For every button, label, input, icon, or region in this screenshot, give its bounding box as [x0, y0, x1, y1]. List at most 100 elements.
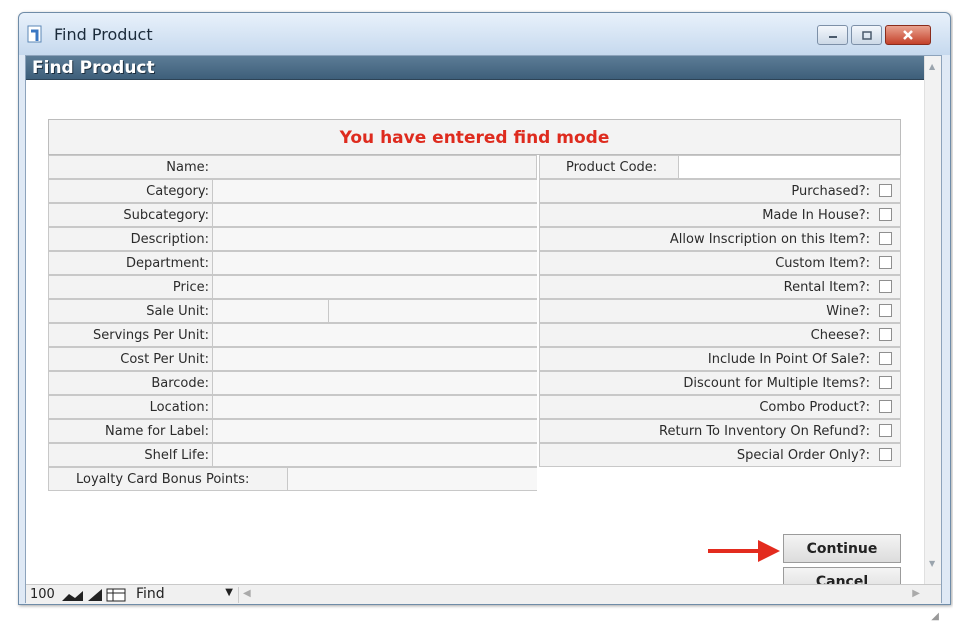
field-row-location: Location:: [48, 395, 537, 419]
field-row-product-code: Product Code:: [539, 155, 901, 179]
field-row-shelf-life: Shelf Life:: [48, 443, 537, 467]
sale-unit-divider: [328, 300, 329, 322]
checkbox-label: Wine?:: [826, 304, 870, 319]
cost-per-unit-field[interactable]: [212, 348, 537, 370]
field-row-servings-per-unit: Servings Per Unit:: [48, 323, 537, 347]
shelf-life-field[interactable]: [212, 444, 537, 466]
zoom-level[interactable]: 100: [30, 587, 55, 602]
resize-grip-icon[interactable]: ◢: [931, 611, 939, 622]
find-product-window: Find Product Find Product ▲ ▼ You have e…: [18, 12, 951, 622]
checkbox-label: Discount for Multiple Items?:: [683, 376, 870, 391]
field-row-name: Name:: [48, 155, 537, 179]
include-in-pos-checkbox[interactable]: [879, 352, 892, 365]
continue-button[interactable]: Continue: [783, 534, 901, 563]
checkbox-label: Include In Point Of Sale?:: [707, 352, 870, 367]
product-code-field[interactable]: [678, 156, 900, 178]
field-label: Description:: [130, 232, 209, 247]
field-row-cost-per-unit: Cost Per Unit:: [48, 347, 537, 371]
checkbox-row-purchased: Purchased?:: [539, 179, 901, 203]
field-row-sale-unit: Sale Unit:: [48, 299, 537, 323]
scroll-down-icon[interactable]: ▼: [929, 559, 935, 568]
field-label: Name:: [166, 160, 209, 175]
price-field[interactable]: [212, 276, 537, 298]
checkbox-row-wine: Wine?:: [539, 299, 901, 323]
field-label: Loyalty Card Bonus Points:: [76, 472, 250, 487]
field-label: Name for Label:: [105, 424, 209, 439]
pointer-arrow-icon: [708, 540, 780, 562]
status-toolbar-icon[interactable]: [87, 588, 103, 602]
close-button[interactable]: [885, 25, 931, 45]
field-label: Servings Per Unit:: [93, 328, 209, 343]
vertical-scrollbar[interactable]: ▲ ▼: [924, 56, 941, 584]
custom-item-checkbox[interactable]: [879, 256, 892, 269]
special-order-checkbox[interactable]: [879, 448, 892, 461]
cheese-checkbox[interactable]: [879, 328, 892, 341]
checkbox-label: Cheese?:: [810, 328, 870, 343]
field-label: Product Code:: [566, 160, 658, 175]
loyalty-points-field[interactable]: [287, 468, 537, 490]
app-icon: [27, 25, 42, 43]
checkbox-label: Special Order Only?:: [736, 448, 870, 463]
title-bar[interactable]: Find Product: [19, 13, 950, 55]
checkbox-row-combo-product: Combo Product?:: [539, 395, 901, 419]
scroll-up-icon[interactable]: ▲: [929, 62, 935, 71]
mode-dropdown[interactable]: Find ▼: [132, 586, 235, 604]
subcategory-field[interactable]: [212, 204, 537, 226]
field-label: Category:: [146, 184, 209, 199]
content-area: Find Product ▲ ▼ You have entered find m…: [25, 55, 942, 622]
barcode-field[interactable]: [212, 372, 537, 394]
allow-inscription-checkbox[interactable]: [879, 232, 892, 245]
rental-item-checkbox[interactable]: [879, 280, 892, 293]
form-header: Find Product: [26, 56, 934, 80]
maximize-button[interactable]: [851, 25, 882, 45]
checkbox-label: Return To Inventory On Refund?:: [659, 424, 870, 439]
field-label: Sale Unit:: [146, 304, 209, 319]
form-title: Find Product: [32, 58, 155, 78]
window-title: Find Product: [54, 25, 153, 44]
field-row-price: Price:: [48, 275, 537, 299]
location-field[interactable]: [212, 396, 537, 418]
status-bar: 100 Find ▼ ◀ ▶ ◢: [26, 584, 941, 622]
servings-per-unit-field[interactable]: [212, 324, 537, 346]
scroll-left-icon[interactable]: ◀: [243, 588, 251, 599]
maximize-icon: [861, 30, 872, 40]
checkbox-label: Custom Item?:: [775, 256, 870, 271]
field-label: Location:: [149, 400, 209, 415]
field-row-barcode: Barcode:: [48, 371, 537, 395]
minimize-button[interactable]: [817, 25, 848, 45]
find-mode-message: You have entered find mode: [339, 128, 610, 148]
sale-unit-field[interactable]: [212, 300, 537, 322]
field-label: Subcategory:: [123, 208, 209, 223]
checkbox-row-cheese: Cheese?:: [539, 323, 901, 347]
scroll-right-icon[interactable]: ▶: [912, 588, 920, 599]
layout-view-icon[interactable]: [106, 588, 126, 602]
close-icon: [903, 30, 913, 40]
wine-checkbox[interactable]: [879, 304, 892, 317]
field-row-loyalty-points: Loyalty Card Bonus Points:: [48, 467, 537, 491]
combo-product-checkbox[interactable]: [879, 400, 892, 413]
checkbox-row-return-to-inventory: Return To Inventory On Refund?:: [539, 419, 901, 443]
department-field[interactable]: [212, 252, 537, 274]
description-field[interactable]: [212, 228, 537, 250]
checkbox-row-include-in-pos: Include In Point Of Sale?:: [539, 347, 901, 371]
checkbox-row-discount-multiple: Discount for Multiple Items?:: [539, 371, 901, 395]
made-in-house-checkbox[interactable]: [879, 208, 892, 221]
return-to-inventory-checkbox[interactable]: [879, 424, 892, 437]
field-row-department: Department:: [48, 251, 537, 275]
discount-multiple-checkbox[interactable]: [879, 376, 892, 389]
field-label: Shelf Life:: [144, 448, 209, 463]
find-mode-banner: You have entered find mode: [48, 119, 901, 155]
purchased-checkbox[interactable]: [879, 184, 892, 197]
checkbox-label: Allow Inscription on this Item?:: [669, 232, 870, 247]
field-label: Cost Per Unit:: [120, 352, 209, 367]
checkbox-label: Combo Product?:: [759, 400, 870, 415]
field-row-category: Category:: [48, 179, 537, 203]
category-field[interactable]: [212, 180, 537, 202]
field-row-subcategory: Subcategory:: [48, 203, 537, 227]
chevron-down-icon: ▼: [225, 587, 233, 598]
field-label: Price:: [172, 280, 209, 295]
name-for-label-field[interactable]: [212, 420, 537, 442]
field-label: Barcode:: [151, 376, 209, 391]
horizontal-scrollbar[interactable]: ◀ ▶: [238, 587, 924, 603]
status-area-icon[interactable]: [61, 588, 85, 602]
